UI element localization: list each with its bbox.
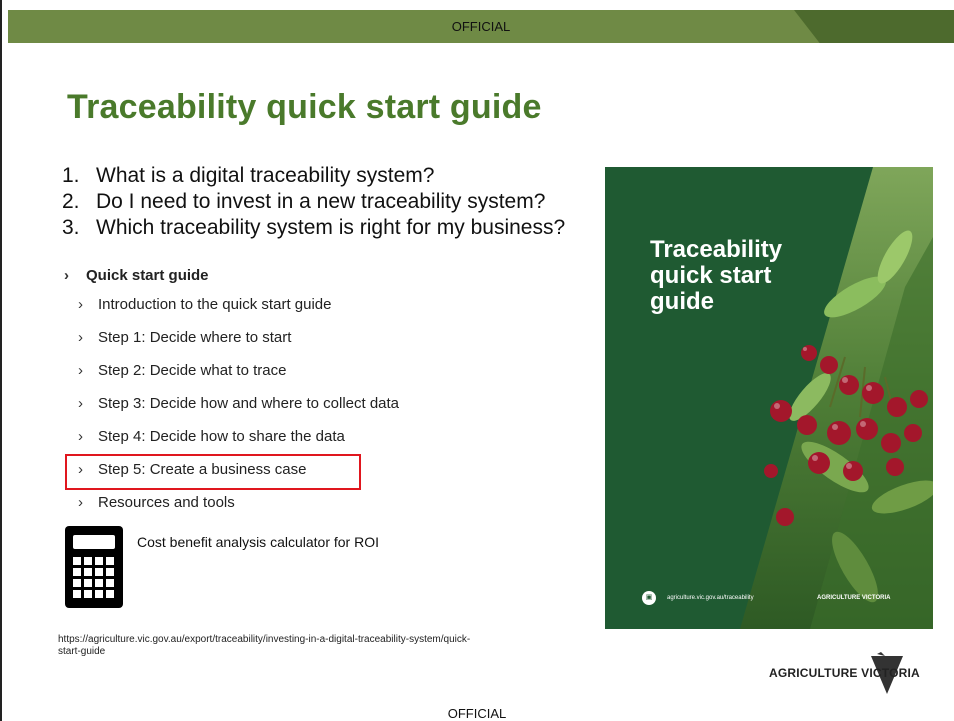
question-item: 1. What is a digital traceability system? (62, 163, 565, 189)
calculator-keys (73, 557, 115, 598)
chevron-right-icon: › (78, 494, 83, 511)
cover-title-line: guide (650, 288, 714, 315)
menu-item-resources[interactable]: › Resources and tools (64, 486, 399, 519)
chevron-right-icon: › (78, 395, 83, 412)
chevron-right-icon: › (64, 266, 69, 284)
source-url[interactable]: https://agriculture.vic.gov.au/export/tr… (58, 634, 478, 658)
question-number: 1. (62, 164, 80, 187)
question-item: 2. Do I need to invest in a new traceabil… (62, 189, 565, 215)
question-item: 3. Which traceability system is right for… (62, 215, 565, 241)
cover-title-line: quick start (650, 262, 772, 289)
calculator-label[interactable]: Cost benefit analysis calculator for ROI (137, 534, 379, 550)
chevron-right-icon: › (78, 362, 83, 379)
logo-text: AGRICULTURE VICTORIA (769, 666, 920, 680)
footer-classification: OFFICIAL (447, 706, 507, 721)
highlight-box (65, 454, 361, 490)
question-number: 2. (62, 190, 80, 213)
menu-heading[interactable]: › Quick start guide (64, 262, 399, 288)
page-title: Traceability quick start guide (67, 88, 542, 126)
chevron-right-icon: › (78, 428, 83, 445)
calculator-icon (65, 526, 123, 608)
header-bar: OFFICIAL (8, 10, 954, 43)
menu-item-label: Step 1: Decide where to start (98, 329, 292, 346)
cover-site: agriculture.vic.gov.au/traceability (667, 595, 754, 601)
chevron-right-icon: › (78, 329, 83, 346)
question-list: 1. What is a digital traceability system?… (62, 163, 565, 241)
menu-item-label: Resources and tools (98, 494, 235, 511)
menu-item-label: Introduction to the quick start guide (98, 296, 332, 313)
question-text: What is a digital traceability system? (96, 164, 435, 187)
menu-item-step-4[interactable]: › Step 4: Decide how to share the data (64, 420, 399, 453)
menu-item-step-3[interactable]: › Step 3: Decide how and where to collec… (64, 387, 399, 420)
menu-item-step-1[interactable]: › Step 1: Decide where to start (64, 321, 399, 354)
menu-item-label: Step 3: Decide how and where to collect … (98, 395, 400, 412)
menu-item-step-2[interactable]: › Step 2: Decide what to trace (64, 354, 399, 387)
cover-footer: ▣ agriculture.vic.gov.au/traceability AG… (605, 591, 933, 607)
menu-item-label: Step 2: Decide what to trace (98, 362, 287, 379)
agriculture-victoria-logo: AGRICULTURE VICTORIA (757, 652, 942, 698)
calculator-screen (73, 535, 115, 549)
header-classification: OFFICIAL (451, 19, 511, 34)
menu-item-label: Step 4: Decide how to share the data (98, 428, 345, 445)
question-text: Which traceability system is right for m… (96, 216, 566, 239)
accessibility-icon: ▣ (642, 591, 656, 605)
cover-title: Traceability quick start guide (650, 237, 782, 315)
cover-title-line: Traceability (650, 236, 783, 263)
question-text: Do I need to invest in a new traceabilit… (96, 190, 546, 213)
guide-cover-image: Traceability quick start guide ▣ agricul… (605, 167, 933, 629)
chevron-right-icon: › (78, 296, 83, 313)
cover-brand: AGRICULTURE VICTORIA (817, 595, 891, 601)
question-number: 3. (62, 216, 80, 239)
menu-heading-label: Quick start guide (86, 266, 209, 284)
menu-item-introduction[interactable]: › Introduction to the quick start guide (64, 288, 399, 321)
